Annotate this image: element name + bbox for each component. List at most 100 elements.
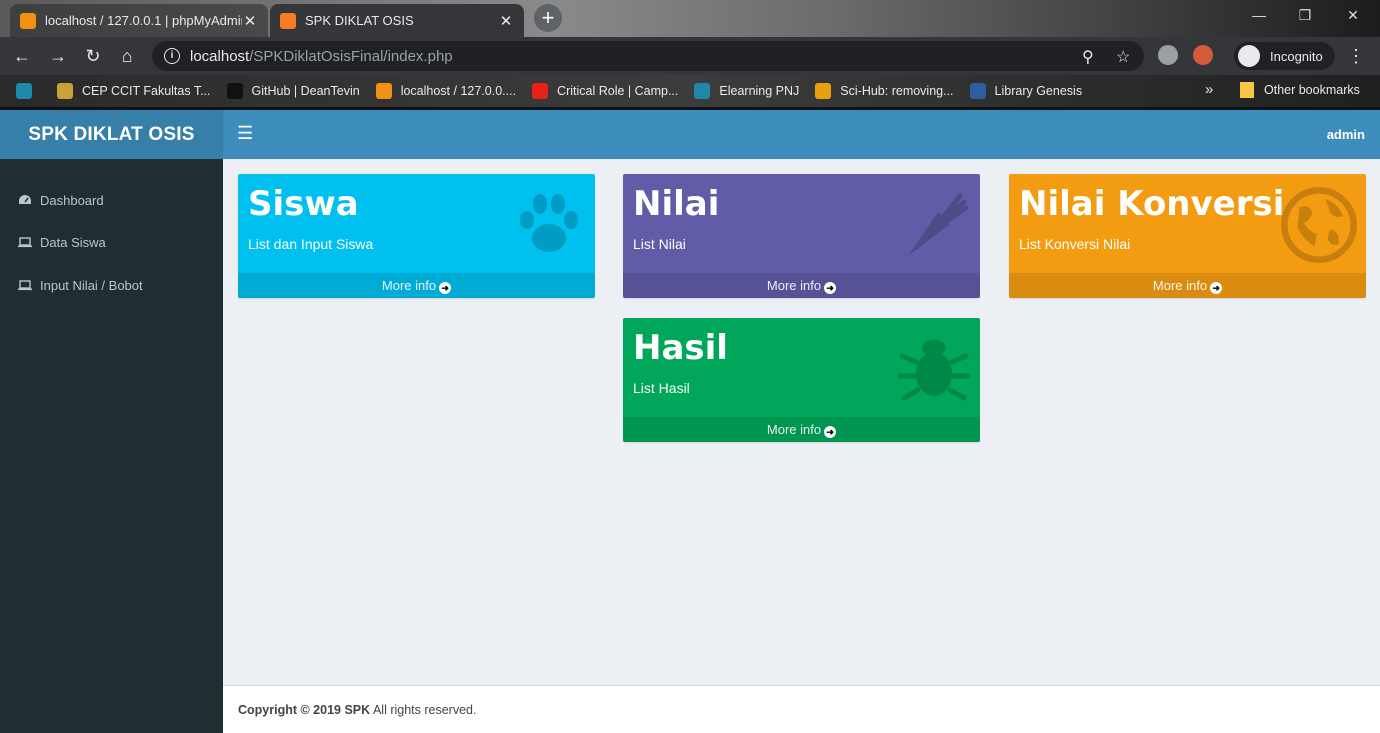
- top-navbar: ☰ admin: [223, 110, 1380, 159]
- bookmark-item[interactable]: Sci-Hub: removing...: [815, 83, 954, 99]
- more-info-link[interactable]: More info ➜: [623, 273, 980, 298]
- profile-incognito[interactable]: Incognito: [1234, 42, 1335, 70]
- incognito-icon: [1238, 45, 1260, 67]
- more-info-label: More info: [381, 278, 437, 293]
- back-icon[interactable]: ←: [10, 44, 34, 68]
- tab-title: localhost / 127.0.0.1 | phpMyAdmin: [45, 13, 242, 28]
- tab-title: SPK DIKLAT OSIS: [305, 13, 414, 28]
- bookmark-favicon-icon: [969, 83, 986, 99]
- bookmark-item[interactable]: CEP CCIT Fakultas T...: [57, 83, 211, 99]
- user-menu[interactable]: admin: [1327, 127, 1365, 142]
- bookmark-label: Critical Role | Camp...: [557, 84, 679, 98]
- arrow-circle-right-icon: ➜: [1210, 282, 1223, 294]
- dashboard-icon: [19, 195, 31, 204]
- reload-icon[interactable]: ↻: [81, 44, 105, 68]
- laptop-icon: [18, 237, 32, 248]
- brand-logo[interactable]: SPK DIKLAT OSIS: [0, 110, 223, 159]
- bookmark-item[interactable]: Critical Role | Camp...: [532, 83, 678, 99]
- folder-icon: [1240, 82, 1254, 98]
- paw-icon: [520, 194, 578, 252]
- laptop-icon: [18, 280, 32, 291]
- main-content: Siswa List dan Input Siswa More info ➜ Ni…: [223, 159, 1380, 685]
- bookmark-label: CEP CCIT Fakultas T...: [82, 84, 211, 98]
- bookmark-favicon-icon: [815, 83, 832, 99]
- bookmark-label: localhost / 127.0.0....: [400, 84, 517, 98]
- globe-icon: [1281, 187, 1357, 263]
- sidebar-item-label: Data Siswa: [40, 234, 106, 250]
- more-info-label: More info: [766, 278, 822, 293]
- tab-close-icon[interactable]: ✕: [242, 12, 258, 30]
- sidebar-item-label: Input Nilai / Bobot: [40, 277, 143, 293]
- url-host: localhost: [190, 47, 250, 65]
- profile-label: Incognito: [1270, 48, 1323, 64]
- bookmark-item[interactable]: [16, 83, 41, 99]
- zoom-search-icon[interactable]: ⚲: [1082, 47, 1094, 67]
- bookmark-favicon-icon: [57, 83, 73, 99]
- other-bookmarks[interactable]: Other bookmarks: [1240, 82, 1360, 98]
- window-close-icon[interactable]: ✕: [1330, 0, 1376, 30]
- bookmarks-list: CEP CCIT Fakultas T... GitHub | DeanTevin…: [0, 83, 1098, 99]
- bookmark-item[interactable]: GitHub | DeanTevin: [226, 83, 360, 99]
- menu-kebab-icon[interactable]: ⋮: [1344, 44, 1368, 68]
- more-info-link[interactable]: More info ➜: [1009, 273, 1366, 298]
- tab-spk-diklat-osis[interactable]: SPK DIKLAT OSIS ✕: [270, 4, 524, 37]
- other-bookmarks-label: Other bookmarks: [1264, 83, 1360, 97]
- bookmark-item[interactable]: localhost / 127.0.0....: [375, 83, 517, 99]
- page-footer: Copyright © 2019 SPK All rights reserved…: [223, 685, 1380, 733]
- small-box-siswa: Siswa List dan Input Siswa More info ➜: [238, 174, 595, 298]
- bookmarks-bar: CEP CCIT Fakultas T... GitHub | DeanTevin…: [0, 75, 1380, 107]
- browser-tabstrip: localhost / 127.0.0.1 | phpMyAdmin ✕ SPK…: [0, 0, 1380, 37]
- bookmark-favicon-icon: [532, 83, 549, 99]
- small-box-hasil: Hasil List Hasil More info ➜: [623, 318, 980, 442]
- tab-phpmyadmin[interactable]: localhost / 127.0.0.1 | phpMyAdmin ✕: [10, 4, 268, 37]
- shield-extension-icon[interactable]: [1158, 45, 1178, 65]
- arrow-circle-right-icon: ➜: [824, 426, 837, 438]
- box-inner: Siswa List dan Input Siswa: [238, 174, 595, 273]
- bookmark-favicon-icon: [16, 83, 32, 99]
- more-info-label: More info: [766, 422, 822, 437]
- extension-icon[interactable]: [1193, 45, 1213, 65]
- bug-icon: [898, 340, 970, 401]
- more-info-label: More info: [1152, 278, 1208, 293]
- small-box-nilai-konversi: Nilai Konversi List Konversi Nilai More …: [1009, 174, 1366, 298]
- sidebar-item-data-siswa[interactable]: Data Siswa: [0, 221, 223, 263]
- bookmark-star-icon[interactable]: ☆: [1116, 47, 1130, 67]
- sidebar: Dashboard Data Siswa Input Nilai / Bobot: [0, 159, 223, 733]
- bookmark-favicon-icon: [375, 83, 392, 99]
- xampp-favicon-icon: [280, 12, 296, 29]
- bookmarks-overflow-icon[interactable]: »: [1205, 81, 1213, 98]
- sidebar-item-input-nilai[interactable]: Input Nilai / Bobot: [0, 264, 223, 306]
- bookmark-item[interactable]: Library Genesis: [969, 83, 1083, 99]
- box-inner: Hasil List Hasil: [623, 318, 980, 417]
- sidebar-item-dashboard[interactable]: Dashboard: [0, 179, 223, 221]
- bookmark-favicon-icon: [226, 83, 243, 99]
- more-info-link[interactable]: More info ➜: [238, 273, 595, 298]
- more-info-link[interactable]: More info ➜: [623, 417, 980, 442]
- app-root: SPK DIKLAT OSIS ☰ admin Dashboard Data S…: [0, 110, 1380, 733]
- forward-icon[interactable]: →: [46, 44, 70, 68]
- sidebar-toggle-icon[interactable]: ☰: [237, 124, 253, 142]
- phpmyadmin-favicon-icon: [20, 12, 36, 29]
- bookmark-favicon-icon: [694, 83, 711, 99]
- restore-icon[interactable]: ❐: [1282, 0, 1328, 30]
- minimize-icon[interactable]: —: [1236, 0, 1282, 30]
- home-icon[interactable]: ⌂: [115, 44, 139, 68]
- browser-toolbar: ← → ↻ ⌂ i localhost/SPKDiklatOsisFinal/i…: [0, 37, 1380, 75]
- bookmark-item[interactable]: Elearning PNJ: [694, 83, 799, 99]
- carrot-icon: [908, 193, 969, 256]
- arrow-circle-right-icon: ➜: [439, 282, 452, 294]
- tab-close-icon[interactable]: ✕: [498, 12, 514, 30]
- box-inner: Nilai List Nilai: [623, 174, 980, 273]
- rights-text: All rights reserved.: [370, 703, 477, 717]
- bookmark-label: GitHub | DeanTevin: [251, 84, 360, 98]
- bookmark-label: Elearning PNJ: [719, 84, 800, 98]
- site-info-icon[interactable]: i: [164, 48, 180, 64]
- bookmark-label: Sci-Hub: removing...: [840, 84, 954, 98]
- address-bar[interactable]: i localhost/SPKDiklatOsisFinal/index.php…: [152, 41, 1144, 71]
- bookmark-label: Library Genesis: [994, 84, 1083, 98]
- new-tab-button[interactable]: +: [534, 4, 562, 32]
- arrow-circle-right-icon: ➜: [824, 282, 837, 294]
- small-box-nilai: Nilai List Nilai More info ➜: [623, 174, 980, 298]
- url-path: /SPKDiklatOsisFinal/index.php: [249, 47, 453, 65]
- box-inner: Nilai Konversi List Konversi Nilai: [1009, 174, 1366, 273]
